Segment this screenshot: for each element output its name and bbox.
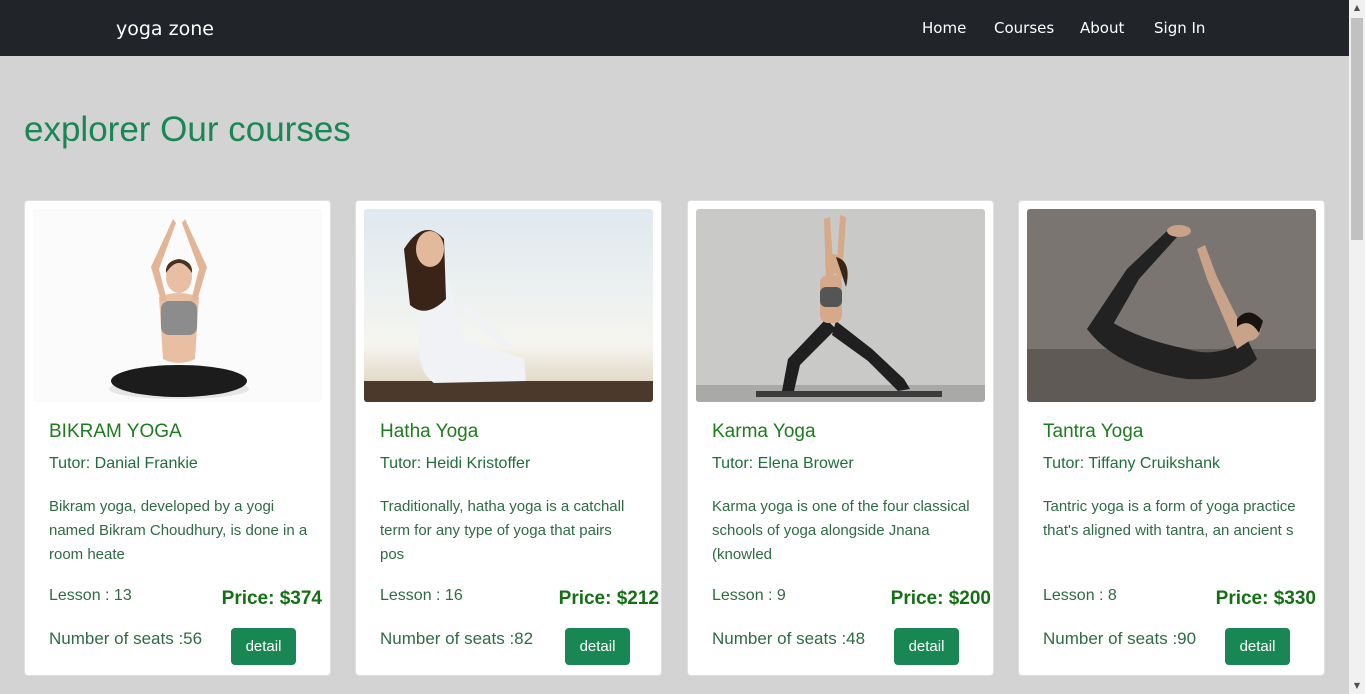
course-image-hatha bbox=[364, 209, 653, 402]
course-description: Karma yoga is one of the four classical … bbox=[712, 498, 970, 563]
course-card-tantra: Tantra Yoga Tutor: Tiffany Cruikshank Ta… bbox=[1018, 200, 1325, 676]
detail-button[interactable]: detail bbox=[1225, 628, 1290, 665]
course-price: Price: $374 bbox=[221, 588, 322, 609]
course-card-hatha: Hatha Yoga Tutor: Heidi Kristoffer Tradi… bbox=[355, 200, 662, 676]
navbar: yoga zone Home Courses About Sign In bbox=[0, 0, 1349, 56]
detail-button[interactable]: detail bbox=[565, 628, 630, 665]
nav-link-home[interactable]: Home bbox=[922, 18, 966, 38]
course-lesson-count: Lesson : 8 bbox=[1043, 587, 1117, 604]
course-lesson-count: Lesson : 13 bbox=[49, 587, 132, 604]
warrior-pose-icon bbox=[696, 209, 985, 402]
course-card-karma: Karma Yoga Tutor: Elena Brower Karma yog… bbox=[687, 200, 994, 676]
woman-meditating-beach-icon bbox=[364, 209, 653, 402]
nav-link-sign-in[interactable]: Sign In bbox=[1154, 18, 1205, 38]
course-tutor: Tutor: Danial Frankie bbox=[49, 455, 198, 472]
course-image-tantra bbox=[1027, 209, 1316, 402]
course-tutor: Tutor: Heidi Kristoffer bbox=[380, 455, 531, 472]
course-card-bikram: BIKRAM YOGA Tutor: Danial Frankie Bikram… bbox=[24, 200, 331, 676]
course-price: Price: $212 bbox=[558, 588, 659, 609]
woman-meditating-lotus-icon bbox=[33, 209, 322, 402]
course-seats: Number of seats :82 bbox=[380, 629, 534, 648]
course-lesson-count: Lesson : 9 bbox=[712, 587, 786, 604]
scroll-down-arrow-icon[interactable]: ▼ bbox=[1349, 678, 1365, 694]
course-title: BIKRAM YOGA bbox=[49, 421, 182, 442]
brand-logo[interactable]: yoga zone bbox=[116, 16, 214, 42]
course-description: Bikram yoga, developed by a yogi named B… bbox=[49, 498, 308, 563]
scroll-up-arrow-icon[interactable]: ▲ bbox=[1349, 0, 1365, 16]
course-title: Karma Yoga bbox=[712, 421, 816, 442]
course-seats: Number of seats :48 bbox=[712, 629, 866, 648]
course-price: Price: $330 bbox=[1215, 588, 1316, 609]
course-seats: Number of seats :90 bbox=[1043, 629, 1197, 648]
course-description: Traditionally, hatha yoga is a catchall … bbox=[380, 498, 625, 563]
bow-pose-icon bbox=[1027, 209, 1316, 402]
nav-link-about[interactable]: About bbox=[1080, 18, 1124, 38]
course-price: Price: $200 bbox=[890, 588, 991, 609]
nav-link-courses[interactable]: Courses bbox=[994, 18, 1054, 38]
course-title: Hatha Yoga bbox=[380, 421, 479, 442]
page-title: explorer Our courses bbox=[24, 110, 351, 149]
course-image-karma bbox=[696, 209, 985, 402]
course-description: Tantric yoga is a form of yoga practice … bbox=[1043, 498, 1296, 539]
course-title: Tantra Yoga bbox=[1043, 421, 1144, 442]
detail-button[interactable]: detail bbox=[894, 628, 959, 665]
detail-button[interactable]: detail bbox=[231, 628, 296, 665]
course-lesson-count: Lesson : 16 bbox=[380, 587, 463, 604]
course-tutor: Tutor: Elena Brower bbox=[712, 455, 854, 472]
scrollbar-thumb[interactable] bbox=[1351, 18, 1363, 240]
course-image-bikram bbox=[33, 209, 322, 402]
course-tutor: Tutor: Tiffany Cruikshank bbox=[1043, 455, 1220, 472]
course-seats: Number of seats :56 bbox=[49, 629, 203, 648]
